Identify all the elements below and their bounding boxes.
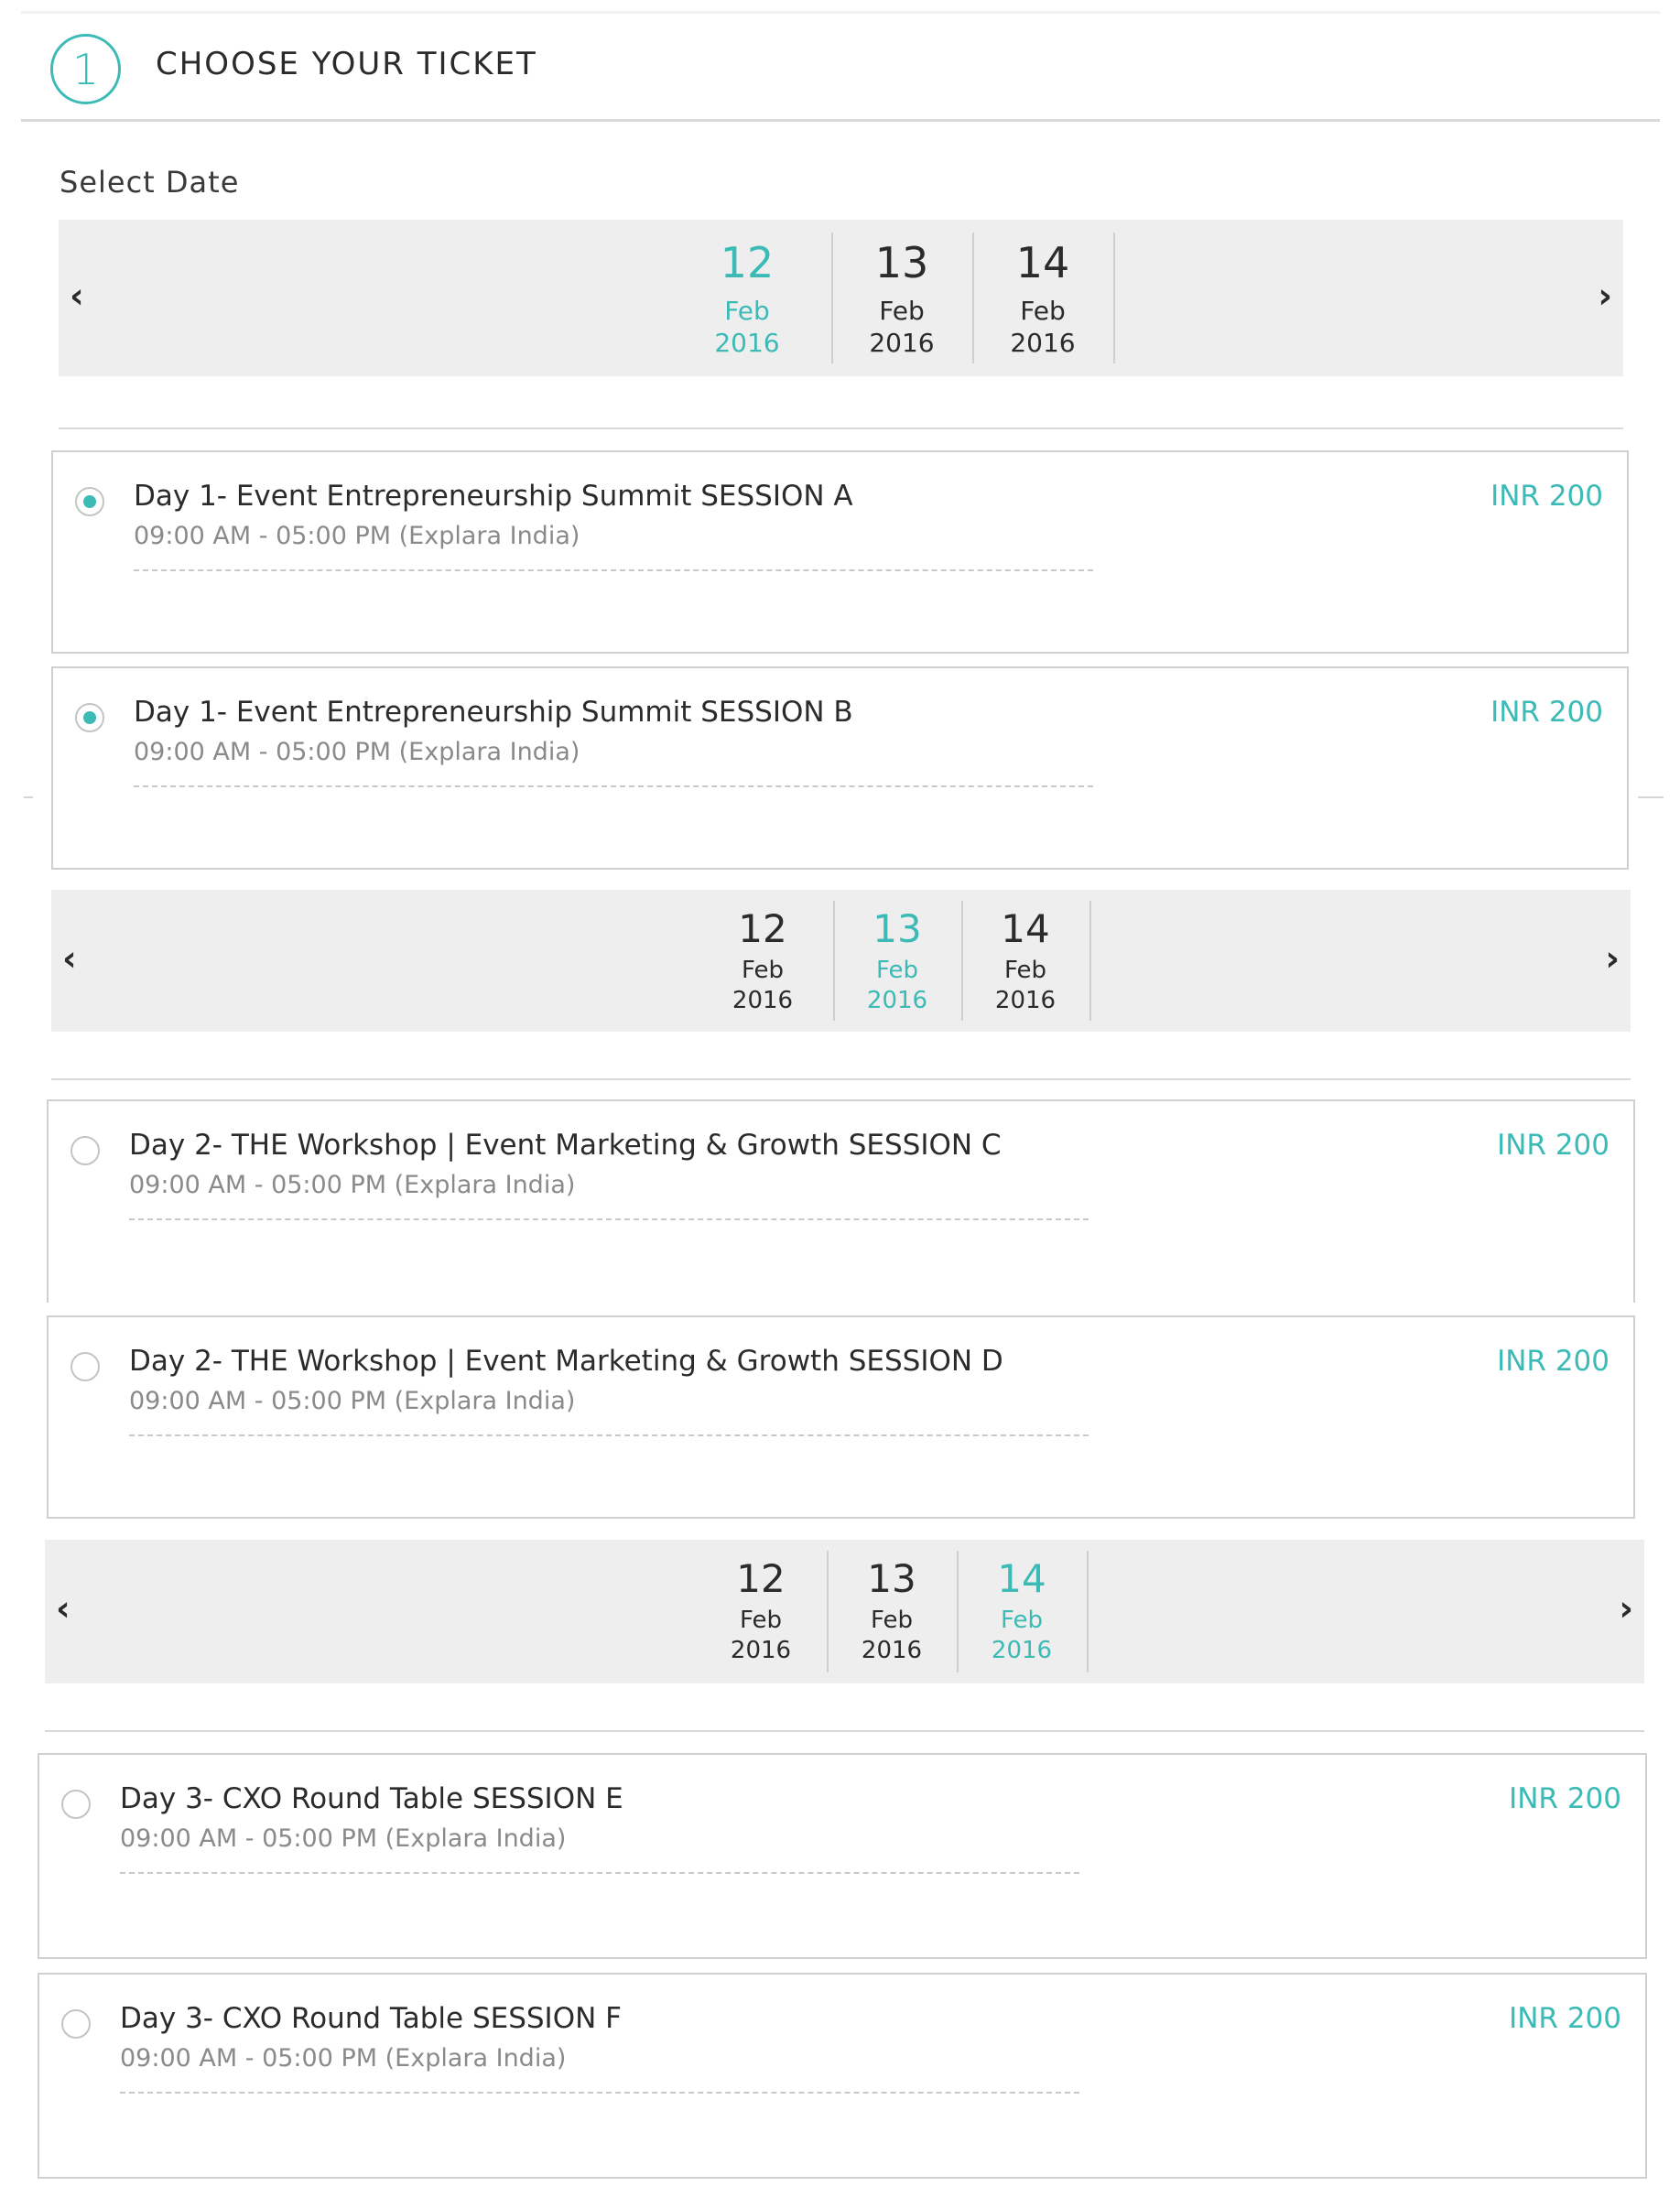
edge-tick xyxy=(24,796,33,798)
ticket-price: INR 200 xyxy=(1497,1129,1610,1162)
ticket-divider xyxy=(120,2092,1079,2094)
date-month: Feb xyxy=(724,296,770,326)
date-day: 12 xyxy=(720,238,775,287)
header-divider xyxy=(21,119,1660,122)
date-year: 2016 xyxy=(869,328,935,358)
ticket-title: Day 1- Event Entrepreneurship Summit SES… xyxy=(134,480,853,513)
ticket-radio[interactable] xyxy=(75,487,104,516)
date-month: Feb xyxy=(875,957,919,984)
ticket-radio[interactable] xyxy=(61,2009,91,2039)
ticket-price: INR 200 xyxy=(1490,480,1603,513)
ticket-card-session-b[interactable]: Day 1- Event Entrepreneurship Summit SES… xyxy=(51,666,1629,870)
step-title: CHOOSE YOUR TICKET xyxy=(156,46,537,82)
ticket-price: INR 200 xyxy=(1490,696,1603,729)
date-option-14[interactable]: 14 Feb 2016 xyxy=(957,1551,1089,1672)
date-day: 14 xyxy=(997,1556,1046,1601)
date-month: Feb xyxy=(1000,1607,1044,1634)
ticket-time: 09:00 AM - 05:00 PM (Explara India) xyxy=(134,522,580,550)
ticket-divider xyxy=(134,569,1093,571)
edge-tick xyxy=(1638,796,1664,798)
ticket-price: INR 200 xyxy=(1509,2002,1621,2035)
ticket-time: 09:00 AM - 05:00 PM (Explara India) xyxy=(129,1387,576,1415)
date-day: 13 xyxy=(867,1556,916,1601)
date-year: 2016 xyxy=(730,1636,792,1664)
chevron-left-icon[interactable]: ‹ xyxy=(70,278,84,313)
ticket-card-session-e[interactable]: Day 3- CXO Round Table SESSION E 09:00 A… xyxy=(38,1753,1647,1959)
date-option-14[interactable]: 14 Feb 2016 xyxy=(961,901,1091,1021)
date-month: Feb xyxy=(870,1607,914,1634)
select-date-label: Select Date xyxy=(60,165,240,200)
date-option-13[interactable]: 13 Feb 2016 xyxy=(831,233,974,363)
ticket-title: Day 1- Event Entrepreneurship Summit SES… xyxy=(134,696,853,729)
date-year: 2016 xyxy=(732,986,794,1014)
chevron-right-icon[interactable]: › xyxy=(1598,278,1612,313)
chevron-left-icon[interactable]: ‹ xyxy=(62,941,77,976)
date-option-13[interactable]: 13 Feb 2016 xyxy=(833,901,963,1021)
ticket-price: INR 200 xyxy=(1497,1345,1610,1378)
date-year: 2016 xyxy=(714,328,780,358)
ticket-price: INR 200 xyxy=(1509,1782,1621,1815)
ticket-time: 09:00 AM - 05:00 PM (Explara India) xyxy=(120,1824,567,1853)
date-day: 14 xyxy=(1015,238,1070,287)
date-month: Feb xyxy=(1003,957,1047,984)
ticket-card-session-f[interactable]: Day 3- CXO Round Table SESSION F 09:00 A… xyxy=(38,1973,1647,2179)
date-month: Feb xyxy=(1020,296,1066,326)
ticket-radio[interactable] xyxy=(61,1790,91,1819)
ticket-time: 09:00 AM - 05:00 PM (Explara India) xyxy=(120,2044,567,2073)
ticket-divider xyxy=(120,1872,1079,1874)
section-divider xyxy=(45,1730,1644,1732)
date-year: 2016 xyxy=(1010,328,1076,358)
date-month: Feb xyxy=(741,957,785,984)
date-option-14[interactable]: 14 Feb 2016 xyxy=(972,233,1115,363)
top-divider xyxy=(21,11,1660,14)
date-year: 2016 xyxy=(994,986,1057,1014)
ticket-title: Day 3- CXO Round Table SESSION E xyxy=(120,1782,623,1815)
date-day: 12 xyxy=(736,1556,786,1601)
date-option-13[interactable]: 13 Feb 2016 xyxy=(827,1551,959,1672)
ticket-divider xyxy=(129,1434,1089,1436)
ticket-title: Day 3- CXO Round Table SESSION F xyxy=(120,2002,622,2035)
ticket-radio[interactable] xyxy=(70,1136,100,1165)
date-option-12[interactable]: 12 Feb 2016 xyxy=(663,233,833,363)
date-year: 2016 xyxy=(991,1636,1053,1664)
ticket-divider xyxy=(129,1218,1089,1220)
ticket-divider xyxy=(134,785,1093,787)
date-month: Feb xyxy=(739,1607,783,1634)
ticket-card-session-a[interactable]: Day 1- Event Entrepreneurship Summit SES… xyxy=(51,450,1629,654)
ticket-radio[interactable] xyxy=(75,703,104,732)
ticket-time: 09:00 AM - 05:00 PM (Explara India) xyxy=(134,738,580,766)
ticket-title: Day 2- THE Workshop | Event Marketing & … xyxy=(129,1345,1003,1378)
date-selector-bar: ‹ 12 Feb 2016 13 Feb 2016 14 Feb 2016 › xyxy=(45,1540,1644,1683)
date-year: 2016 xyxy=(866,986,928,1014)
chevron-right-icon[interactable]: › xyxy=(1605,941,1620,976)
date-option-12[interactable]: 12 Feb 2016 xyxy=(695,1551,829,1672)
date-option-12[interactable]: 12 Feb 2016 xyxy=(692,901,835,1021)
section-divider xyxy=(59,427,1623,429)
date-day: 13 xyxy=(874,238,929,287)
step-number-badge: 1 xyxy=(50,34,121,104)
date-day: 14 xyxy=(1001,906,1050,951)
ticket-radio[interactable] xyxy=(70,1352,100,1381)
chevron-left-icon[interactable]: ‹ xyxy=(56,1591,70,1626)
date-selector-bar: ‹ 12 Feb 2016 13 Feb 2016 14 Feb 2016 › xyxy=(59,220,1623,376)
date-day: 13 xyxy=(873,906,922,951)
date-month: Feb xyxy=(879,296,925,326)
ticket-title: Day 2- THE Workshop | Event Marketing & … xyxy=(129,1129,1002,1162)
date-selector-bar: ‹ 12 Feb 2016 13 Feb 2016 14 Feb 2016 › xyxy=(51,890,1631,1032)
ticket-card-session-c[interactable]: Day 2- THE Workshop | Event Marketing & … xyxy=(47,1099,1635,1303)
section-divider xyxy=(51,1078,1631,1080)
chevron-right-icon[interactable]: › xyxy=(1619,1591,1633,1626)
date-year: 2016 xyxy=(861,1636,923,1664)
ticket-time: 09:00 AM - 05:00 PM (Explara India) xyxy=(129,1171,576,1199)
ticket-card-session-d[interactable]: Day 2- THE Workshop | Event Marketing & … xyxy=(47,1315,1635,1519)
date-day: 12 xyxy=(738,906,787,951)
